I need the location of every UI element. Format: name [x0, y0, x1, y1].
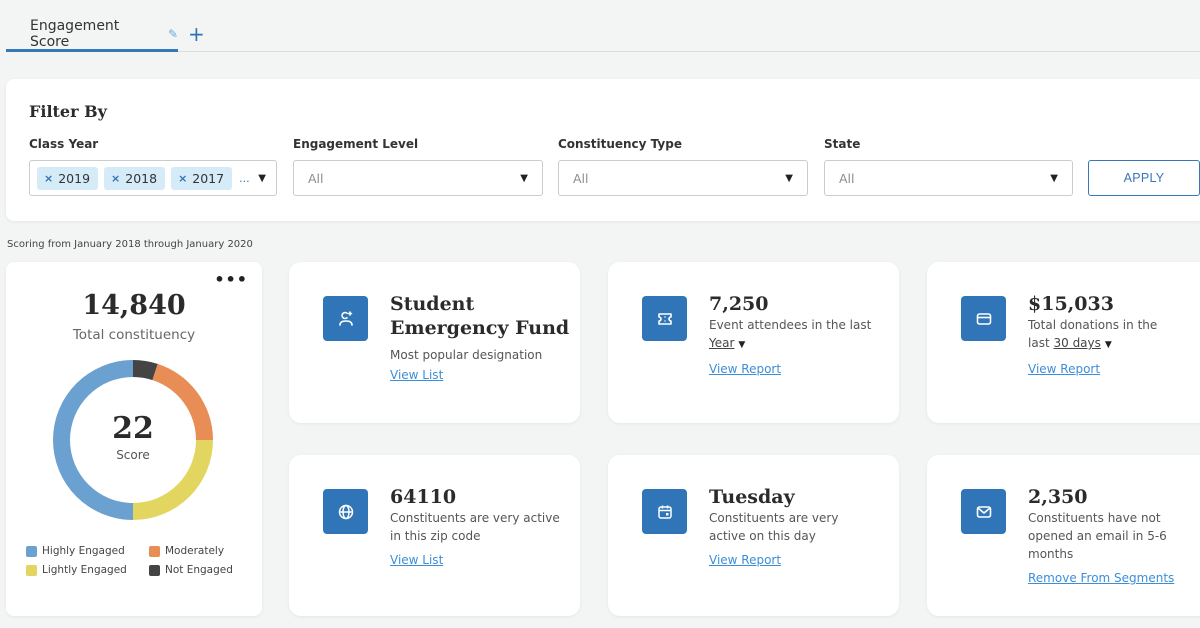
period-dropdown[interactable]: last 30 days ▼: [1028, 334, 1200, 354]
pencil-icon[interactable]: ✎: [168, 27, 178, 41]
legend-swatch: [26, 545, 37, 557]
stat-card-event-attendees: 7,250 Event attendees in the last Year ▼ …: [608, 262, 899, 423]
caret-down-icon: ▼: [520, 173, 528, 184]
period-prefix: last: [1028, 336, 1050, 350]
add-tab-button[interactable]: +: [188, 22, 205, 46]
filter-panel: Filter By Class Year × 2019 × 2018 × 2017 .…: [6, 79, 1200, 221]
card-description: Constituents are very active in this zip…: [390, 511, 560, 543]
card-title: 64110: [390, 486, 457, 508]
remove-from-segments-link[interactable]: Remove From Segments: [1028, 571, 1174, 585]
state-filter: State All ▼: [824, 137, 1073, 196]
legend-lightly-engaged: Lightly Engaged: [26, 564, 149, 576]
more-options-icon[interactable]: •••: [214, 270, 248, 289]
class-year-filter: Class Year × 2019 × 2018 × 2017 ... ▼: [29, 137, 277, 196]
total-constituency-label: Total constituency: [72, 327, 196, 343]
stat-card-designation: Student Emergency Fund Most popular desi…: [289, 262, 580, 423]
caret-down-icon: ▼: [785, 173, 793, 184]
engagement-level-filter: Engagement Level All ▼: [293, 137, 543, 196]
credit-card-icon: [961, 296, 1006, 341]
card-description: Total donations in the: [1028, 318, 1158, 332]
card-description: Constituents are very active on this day: [709, 511, 839, 543]
chart-legend: Highly Engaged Moderately Lightly Engage…: [26, 545, 256, 576]
stat-card-email: 2,350 Constituents have not opened an em…: [927, 455, 1200, 616]
user-plus-icon: [323, 296, 368, 341]
chip-2019[interactable]: × 2019: [37, 166, 99, 190]
remove-chip-icon[interactable]: ×: [178, 172, 187, 185]
mail-icon: [961, 489, 1006, 534]
card-title: 2,350: [1028, 486, 1088, 508]
constituency-type-filter: Constituency Type All ▼: [558, 137, 808, 196]
card-title: Tuesday: [709, 486, 795, 508]
card-description: Constituents have not opened an email in…: [1028, 511, 1167, 561]
state-label: State: [824, 137, 861, 151]
card-description: Most popular designation: [390, 348, 543, 362]
calendar-icon: [642, 489, 687, 534]
engagement-level-select[interactable]: All ▼: [293, 160, 543, 196]
legend-label: Lightly Engaged: [42, 564, 127, 576]
caret-down-icon[interactable]: ▼: [258, 173, 266, 184]
tab-engagement-score[interactable]: Engagement Score ✎: [6, 18, 178, 52]
score-value: 22: [112, 411, 154, 446]
legend-label: Highly Engaged: [42, 545, 125, 557]
view-list-link[interactable]: View List: [390, 368, 443, 382]
chip-label: 2018: [125, 170, 158, 186]
state-select[interactable]: All ▼: [824, 160, 1073, 196]
chip-label: 2019: [58, 170, 91, 186]
score-label: Score: [116, 448, 150, 462]
engagement-score-card: ••• 14,840 Total constituency 22 Score H…: [6, 262, 262, 616]
view-report-link[interactable]: View Report: [709, 553, 781, 567]
view-report-link[interactable]: View Report: [709, 362, 781, 376]
globe-icon: [323, 489, 368, 534]
caret-down-icon[interactable]: ▼: [738, 340, 745, 350]
constituency-type-select[interactable]: All ▼: [558, 160, 808, 196]
card-title: $15,033: [1028, 293, 1114, 315]
legend-highly-engaged: Highly Engaged: [26, 545, 149, 557]
select-value: All: [839, 170, 855, 186]
apply-button[interactable]: APPLY: [1088, 160, 1200, 196]
period-dropdown[interactable]: Year ▼: [709, 334, 893, 354]
class-year-label: Class Year: [29, 137, 99, 151]
chip-2017[interactable]: × 2017: [171, 166, 233, 190]
remove-chip-icon[interactable]: ×: [111, 172, 120, 185]
legend-moderately: Moderately: [149, 545, 259, 557]
caret-down-icon: ▼: [1050, 173, 1058, 184]
ticket-icon: [642, 296, 687, 341]
scoring-range-text: Scoring from January 2018 through Januar…: [7, 239, 253, 250]
total-constituency-value: 14,840: [82, 290, 186, 321]
card-title: 7,250: [709, 293, 769, 315]
stat-card-zip-code: 64110 Constituents are very active in th…: [289, 455, 580, 616]
legend-swatch: [149, 545, 160, 557]
remove-chip-icon[interactable]: ×: [44, 172, 53, 185]
stat-card-active-day: Tuesday Constituents are very active on …: [608, 455, 899, 616]
select-value: All: [573, 170, 589, 186]
filter-title: Filter By: [29, 102, 107, 121]
legend-not-engaged: Not Engaged: [149, 564, 259, 576]
donut-center: 22 Score: [52, 411, 214, 463]
chip-2018[interactable]: × 2018: [104, 166, 166, 190]
legend-swatch: [149, 564, 160, 576]
card-description: Event attendees in the last: [709, 318, 872, 332]
period-value[interactable]: Year: [709, 336, 734, 350]
engagement-level-label: Engagement Level: [293, 137, 419, 151]
legend-label: Moderately: [165, 545, 225, 557]
tab-label: Engagement Score: [30, 17, 120, 50]
constituency-type-label: Constituency Type: [558, 137, 682, 151]
more-chips-indicator: ...: [239, 171, 250, 185]
stat-card-donations: $15,033 Total donations in the last 30 d…: [927, 262, 1200, 423]
view-list-link[interactable]: View List: [390, 553, 443, 567]
chip-label: 2017: [192, 170, 225, 186]
card-title: Student Emergency Fund: [390, 293, 570, 339]
legend-label: Not Engaged: [165, 564, 233, 576]
plus-icon: +: [188, 22, 205, 46]
tab-bar: Engagement Score ✎ +: [6, 18, 1200, 52]
legend-swatch: [26, 564, 37, 576]
view-report-link[interactable]: View Report: [1028, 362, 1100, 376]
select-value: All: [308, 170, 324, 186]
caret-down-icon[interactable]: ▼: [1105, 340, 1112, 350]
period-value[interactable]: 30 days: [1053, 336, 1100, 350]
class-year-select[interactable]: × 2019 × 2018 × 2017 ... ▼: [29, 160, 277, 196]
